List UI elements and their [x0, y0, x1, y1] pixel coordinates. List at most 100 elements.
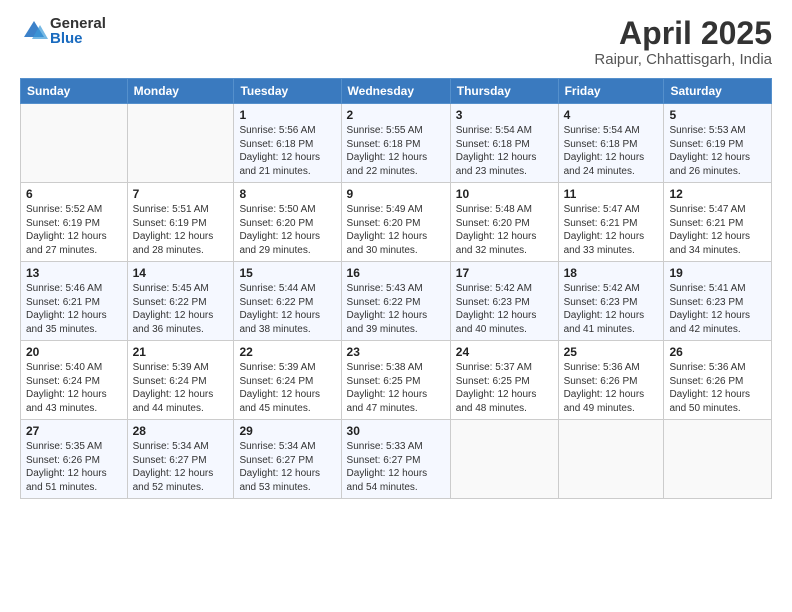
day-number: 28 [133, 424, 229, 438]
day-number: 27 [26, 424, 122, 438]
day-info: Sunrise: 5:36 AM Sunset: 6:26 PM Dayligh… [669, 361, 766, 415]
logo-general-text: General [50, 16, 106, 31]
calendar-cell [127, 104, 234, 183]
calendar-cell: 19Sunrise: 5:41 AM Sunset: 6:23 PM Dayli… [664, 262, 772, 341]
day-info: Sunrise: 5:53 AM Sunset: 6:19 PM Dayligh… [669, 124, 766, 178]
calendar-cell: 17 Sunrise: 5:42 AM Sunset: 6:23 PM Dayli… [450, 262, 558, 341]
day-info: Sunrise: 5:36 AM Sunset: 6:26 PM Dayligh… [564, 361, 659, 415]
day-info: Sunrise: 5:40 AM Sunset: 6:24 PM Dayligh… [26, 361, 122, 415]
day-info: Sunrise: 5:50 AM Sunset: 6:20 PM Dayligh… [239, 203, 335, 257]
day-number: 12 [669, 187, 766, 201]
calendar-cell [558, 420, 664, 499]
day-number: 22 [239, 345, 335, 359]
day-number: 10 [456, 187, 553, 201]
day-info: Sunrise: 5:42 AM Sunset: 6:23 PM Dayligh… [564, 282, 659, 336]
calendar-cell: 4Sunrise: 5:54 AM Sunset: 6:18 PM Daylig… [558, 104, 664, 183]
day-info: Sunrise: 5:38 AM Sunset: 6:25 PM Dayligh… [347, 361, 445, 415]
calendar-cell: 8 Sunrise: 5:50 AM Sunset: 6:20 PM Daylig… [234, 183, 341, 262]
calendar-cell: 23Sunrise: 5:38 AM Sunset: 6:25 PM Dayli… [341, 341, 450, 420]
calendar-cell: 14Sunrise: 5:45 AM Sunset: 6:22 PM Dayli… [127, 262, 234, 341]
day-number: 8 [239, 187, 335, 201]
day-number: 20 [26, 345, 122, 359]
day-info: Sunrise: 5:46 AM Sunset: 6:21 PM Dayligh… [26, 282, 122, 336]
logo: General Blue [20, 16, 106, 46]
calendar-cell [450, 420, 558, 499]
calendar-cell [664, 420, 772, 499]
day-info: Sunrise: 5:42 AM Sunset: 6:23 PM Dayligh… [456, 282, 553, 336]
calendar-cell: 5 Sunrise: 5:53 AM Sunset: 6:19 PM Daylig… [664, 104, 772, 183]
day-info: Sunrise: 5:44 AM Sunset: 6:22 PM Dayligh… [239, 282, 335, 336]
calendar-cell: 1Sunrise: 5:56 AM Sunset: 6:18 PM Daylig… [234, 104, 341, 183]
calendar-cell: 20 Sunrise: 5:40 AM Sunset: 6:24 PM Dayli… [21, 341, 128, 420]
day-info: Sunrise: 5:51 AM Sunset: 6:19 PM Dayligh… [133, 203, 229, 257]
col-friday: Friday [558, 79, 664, 104]
day-info: Sunrise: 5:35 AM Sunset: 6:26 PM Dayligh… [26, 440, 122, 494]
day-number: 6 [26, 187, 122, 201]
day-number: 16 [347, 266, 445, 280]
col-saturday: Saturday [664, 79, 772, 104]
page: General Blue April 2025 Raipur, Chhattis… [0, 0, 792, 612]
calendar-cell: 7 Sunrise: 5:51 AM Sunset: 6:19 PM Daylig… [127, 183, 234, 262]
day-info: Sunrise: 5:45 AM Sunset: 6:22 PM Dayligh… [133, 282, 229, 336]
calendar-cell [21, 104, 128, 183]
calendar-cell: 12 Sunrise: 5:47 AM Sunset: 6:21 PM Dayli… [664, 183, 772, 262]
calendar-cell: 9 Sunrise: 5:49 AM Sunset: 6:20 PM Daylig… [341, 183, 450, 262]
calendar-cell: 24 Sunrise: 5:37 AM Sunset: 6:25 PM Dayli… [450, 341, 558, 420]
day-number: 5 [669, 108, 766, 122]
day-info: Sunrise: 5:47 AM Sunset: 6:21 PM Dayligh… [669, 203, 766, 257]
calendar-cell: 13Sunrise: 5:46 AM Sunset: 6:21 PM Dayli… [21, 262, 128, 341]
day-info: Sunrise: 5:39 AM Sunset: 6:24 PM Dayligh… [239, 361, 335, 415]
calendar-week-4: 20 Sunrise: 5:40 AM Sunset: 6:24 PM Dayli… [21, 341, 772, 420]
calendar-cell: 15 Sunrise: 5:44 AM Sunset: 6:22 PM Dayli… [234, 262, 341, 341]
day-info: Sunrise: 5:49 AM Sunset: 6:20 PM Dayligh… [347, 203, 445, 257]
title-month: April 2025 [594, 16, 772, 51]
day-number: 11 [564, 187, 659, 201]
day-info: Sunrise: 5:43 AM Sunset: 6:22 PM Dayligh… [347, 282, 445, 336]
day-number: 18 [564, 266, 659, 280]
calendar-table: Sunday Monday Tuesday Wednesday Thursday… [20, 78, 772, 499]
calendar-cell: 26 Sunrise: 5:36 AM Sunset: 6:26 PM Dayli… [664, 341, 772, 420]
day-number: 21 [133, 345, 229, 359]
day-number: 7 [133, 187, 229, 201]
calendar-cell: 11 Sunrise: 5:47 AM Sunset: 6:21 PM Dayli… [558, 183, 664, 262]
calendar-week-1: 1Sunrise: 5:56 AM Sunset: 6:18 PM Daylig… [21, 104, 772, 183]
day-number: 26 [669, 345, 766, 359]
col-sunday: Sunday [21, 79, 128, 104]
day-info: Sunrise: 5:39 AM Sunset: 6:24 PM Dayligh… [133, 361, 229, 415]
day-info: Sunrise: 5:55 AM Sunset: 6:18 PM Dayligh… [347, 124, 445, 178]
day-info: Sunrise: 5:47 AM Sunset: 6:21 PM Dayligh… [564, 203, 659, 257]
day-number: 24 [456, 345, 553, 359]
calendar-cell: 16 Sunrise: 5:43 AM Sunset: 6:22 PM Dayli… [341, 262, 450, 341]
header: General Blue April 2025 Raipur, Chhattis… [20, 16, 772, 68]
day-number: 15 [239, 266, 335, 280]
day-number: 1 [239, 108, 335, 122]
day-info: Sunrise: 5:52 AM Sunset: 6:19 PM Dayligh… [26, 203, 122, 257]
day-info: Sunrise: 5:54 AM Sunset: 6:18 PM Dayligh… [456, 124, 553, 178]
col-monday: Monday [127, 79, 234, 104]
calendar-week-5: 27 Sunrise: 5:35 AM Sunset: 6:26 PM Dayli… [21, 420, 772, 499]
day-info: Sunrise: 5:34 AM Sunset: 6:27 PM Dayligh… [239, 440, 335, 494]
logo-blue-text: Blue [50, 31, 106, 46]
col-thursday: Thursday [450, 79, 558, 104]
logo-text: General Blue [50, 16, 106, 46]
calendar-cell: 18 Sunrise: 5:42 AM Sunset: 6:23 PM Dayli… [558, 262, 664, 341]
day-info: Sunrise: 5:37 AM Sunset: 6:25 PM Dayligh… [456, 361, 553, 415]
day-info: Sunrise: 5:48 AM Sunset: 6:20 PM Dayligh… [456, 203, 553, 257]
calendar-week-3: 13Sunrise: 5:46 AM Sunset: 6:21 PM Dayli… [21, 262, 772, 341]
calendar-cell: 30 Sunrise: 5:33 AM Sunset: 6:27 PM Dayli… [341, 420, 450, 499]
calendar-header-row: Sunday Monday Tuesday Wednesday Thursday… [21, 79, 772, 104]
day-number: 17 [456, 266, 553, 280]
calendar-cell: 29Sunrise: 5:34 AM Sunset: 6:27 PM Dayli… [234, 420, 341, 499]
day-number: 19 [669, 266, 766, 280]
calendar-cell: 25Sunrise: 5:36 AM Sunset: 6:26 PM Dayli… [558, 341, 664, 420]
day-number: 30 [347, 424, 445, 438]
day-info: Sunrise: 5:33 AM Sunset: 6:27 PM Dayligh… [347, 440, 445, 494]
calendar-cell: 3Sunrise: 5:54 AM Sunset: 6:18 PM Daylig… [450, 104, 558, 183]
calendar-week-2: 6 Sunrise: 5:52 AM Sunset: 6:19 PM Daylig… [21, 183, 772, 262]
calendar-cell: 6 Sunrise: 5:52 AM Sunset: 6:19 PM Daylig… [21, 183, 128, 262]
calendar-cell: 27 Sunrise: 5:35 AM Sunset: 6:26 PM Dayli… [21, 420, 128, 499]
col-wednesday: Wednesday [341, 79, 450, 104]
day-number: 9 [347, 187, 445, 201]
day-info: Sunrise: 5:34 AM Sunset: 6:27 PM Dayligh… [133, 440, 229, 494]
col-tuesday: Tuesday [234, 79, 341, 104]
